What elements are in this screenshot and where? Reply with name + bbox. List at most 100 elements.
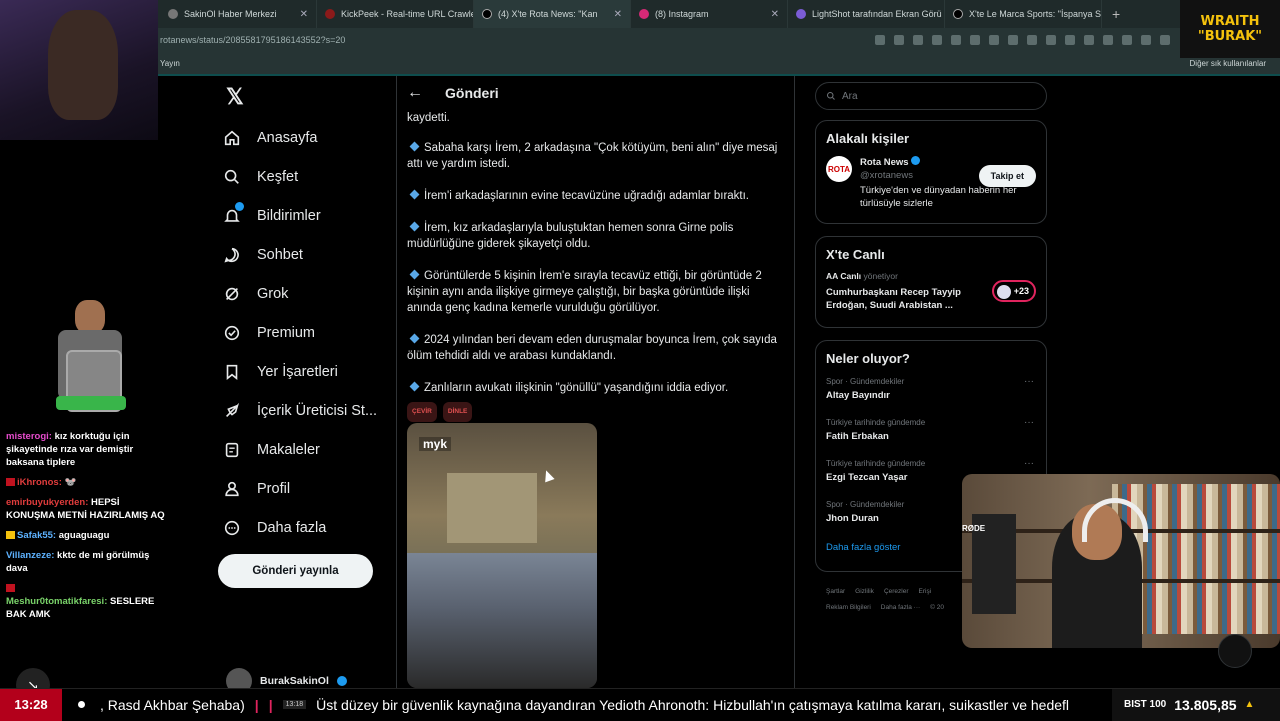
person-bio: Türkiye'den ve dünyadan haberin her türl…	[860, 185, 1017, 209]
donation-jar-animation	[30, 300, 150, 420]
sidebar-item-notifications[interactable]: Bildirimler	[222, 196, 392, 235]
sidebar-item-premium[interactable]: Premium	[222, 313, 392, 352]
chat-user[interactable]: emirbuyukyerden:	[6, 497, 88, 508]
url-text[interactable]: rotanews/status/2085581795186143552?s=20	[160, 35, 345, 45]
sidebar-item-label: Sohbet	[257, 246, 303, 263]
video-frame-door	[447, 473, 537, 543]
sidebar-item-more[interactable]: Daha fazla	[222, 508, 392, 547]
browser-tab[interactable]: X'te Le Marca Sports: "İspanya S✕	[945, 0, 1102, 28]
sidebar-item-label: Profil	[257, 480, 291, 497]
sidebar-item-profile[interactable]: Profil	[222, 469, 392, 508]
sidebar-item-grok[interactable]: Grok	[222, 274, 392, 313]
star-icon[interactable]	[913, 35, 923, 45]
tab-title: SakinOl Haber Merkezi	[184, 9, 277, 19]
market-index: BIST 100 13.805,85 ▲	[1112, 688, 1280, 721]
post-button[interactable]: Gönderi yayınla	[218, 554, 373, 588]
sidebar-item-explore[interactable]: Keşfet	[222, 157, 392, 196]
close-icon[interactable]: ✕	[771, 9, 779, 20]
mic-label: RØDE	[962, 524, 986, 533]
footer-link[interactable]: Gizlilik	[855, 588, 874, 595]
browser-tab[interactable]: LightShot tarafından Ekran Görü✕	[788, 0, 945, 28]
chat-user[interactable]: Safak55:	[17, 530, 56, 541]
browser-tab-active[interactable]: (4) X'te Rota News: "Kan ✕	[474, 0, 631, 28]
diamond-icon	[409, 381, 420, 392]
ticker-text: Üst düzey bir güvenlik kaynağına dayandı…	[316, 696, 1070, 713]
extension-icon[interactable]	[1008, 35, 1018, 45]
browser-tab[interactable]: KickPeek - Real-time URL Crawler✕	[317, 0, 474, 28]
sidebar-item-label: Anasayfa	[257, 129, 318, 146]
extension-icon[interactable]	[1046, 35, 1056, 45]
close-icon[interactable]: ✕	[300, 9, 308, 20]
translate-button[interactable]: ÇEVİR	[407, 402, 437, 422]
other-bookmarks[interactable]: Diğer sık kullanılanlar	[1190, 59, 1280, 68]
sidebar-item-articles[interactable]: Makaleler	[222, 430, 392, 469]
back-arrow-icon[interactable]: ←	[407, 84, 423, 102]
browser-tab[interactable]: SakinOl Haber Merkezi ✕	[160, 0, 317, 28]
follow-button[interactable]: Takip et	[978, 165, 1036, 187]
address-bar[interactable]: rotanews/status/2085581795186143552?s=20	[0, 28, 1280, 52]
extension-icon[interactable]	[1103, 35, 1113, 45]
live-space-item[interactable]: AA Canlı yönetiyor Cumhurbaşkanı Recep T…	[816, 268, 1046, 322]
sidebar-item-bookmarks[interactable]: Yer İşaretleri	[222, 352, 392, 391]
chat-user[interactable]: iKhronos:	[17, 477, 62, 488]
footer-link[interactable]: Erişi	[919, 588, 932, 595]
sidebar-item-creator-studio[interactable]: İçerik Üreticisi St...	[222, 391, 392, 430]
live-card: X'te Canlı AA Canlı yönetiyor Cumhurbaşk…	[815, 236, 1047, 328]
trend-context: Spor · Gündemdekiler	[826, 500, 905, 509]
messages-drawer-button[interactable]	[1218, 634, 1252, 668]
tab-title: LightShot tarafından Ekran Görü	[812, 9, 942, 19]
trend-item[interactable]: Türkiye tarihinde gündemde Fatih Erbakan ·…	[816, 413, 1046, 454]
browser-tab[interactable]: (8) Instagram ✕	[631, 0, 788, 28]
divider	[794, 76, 795, 688]
footer-link[interactable]: Çerezler	[884, 588, 909, 595]
post-video[interactable]: myk	[407, 423, 597, 688]
chat-user[interactable]: Meshur0tomatikfaresi:	[6, 596, 107, 607]
figure-head	[75, 300, 105, 334]
listen-button[interactable]: DİNLE	[442, 402, 473, 422]
x-logo-icon[interactable]: 𝕏	[226, 84, 244, 110]
trend-context: Türkiye tarihinde gündemde	[826, 459, 926, 468]
extension-icon[interactable]	[1027, 35, 1037, 45]
sidebar-item-home[interactable]: Anasayfa	[222, 118, 392, 157]
chat-user[interactable]: misterogi:	[6, 431, 52, 442]
more-icon[interactable]: ···	[1024, 458, 1034, 469]
more-icon[interactable]: ···	[1024, 376, 1034, 387]
extension-icon[interactable]	[932, 35, 942, 45]
feather-icon	[796, 9, 806, 19]
tab-title: (4) X'te Rota News: "Kan	[498, 9, 598, 19]
globe-icon	[168, 9, 178, 19]
sidebar-item-chat[interactable]: Sohbet	[222, 235, 392, 274]
extension-icon[interactable]	[894, 35, 904, 45]
chat-icon	[222, 245, 242, 265]
new-tab-button[interactable]: +	[1102, 6, 1130, 22]
footer-link[interactable]: Reklam Bilgileri	[826, 604, 871, 611]
close-icon[interactable]: ✕	[614, 9, 622, 20]
extension-icon[interactable]	[970, 35, 980, 45]
post-bullet: Görüntülerde 5 kişinin İrem'e sırayla te…	[407, 268, 784, 316]
person-name[interactable]: Rota News	[860, 157, 909, 168]
footer-link: © 20	[930, 604, 944, 611]
chat-user[interactable]: Villanzeze:	[6, 550, 54, 561]
extension-icon[interactable]	[989, 35, 999, 45]
trend-context: Türkiye tarihinde gündemde	[826, 418, 926, 427]
sidebar-item-label: İçerik Üreticisi St...	[257, 402, 378, 419]
extension-icon[interactable]	[951, 35, 961, 45]
extension-icon[interactable]	[875, 35, 885, 45]
more-icon[interactable]: ···	[1024, 417, 1034, 428]
bookmark-item[interactable]: Yayın	[160, 59, 180, 68]
search-input[interactable]: Ara	[815, 82, 1047, 110]
footer-link[interactable]: Daha fazla ···	[881, 604, 920, 611]
chat-message: Safak55: aguaguagu	[6, 529, 166, 542]
extension-icon[interactable]	[1141, 35, 1151, 45]
trend-item[interactable]: Spor · Gündemdekiler Altay Bayındır ···	[816, 372, 1046, 413]
extension-icon[interactable]	[1084, 35, 1094, 45]
extension-icon[interactable]	[1065, 35, 1075, 45]
up-arrow-icon: ▲	[1244, 699, 1255, 710]
extension-icon[interactable]	[1160, 35, 1170, 45]
extension-icon[interactable]	[1122, 35, 1132, 45]
avatar: ROTA	[826, 156, 852, 182]
kickpeek-icon	[325, 9, 335, 19]
x-logo-icon	[953, 9, 963, 19]
footer-link[interactable]: Şartlar	[826, 588, 845, 595]
card-title: X'te Canlı	[826, 247, 885, 262]
